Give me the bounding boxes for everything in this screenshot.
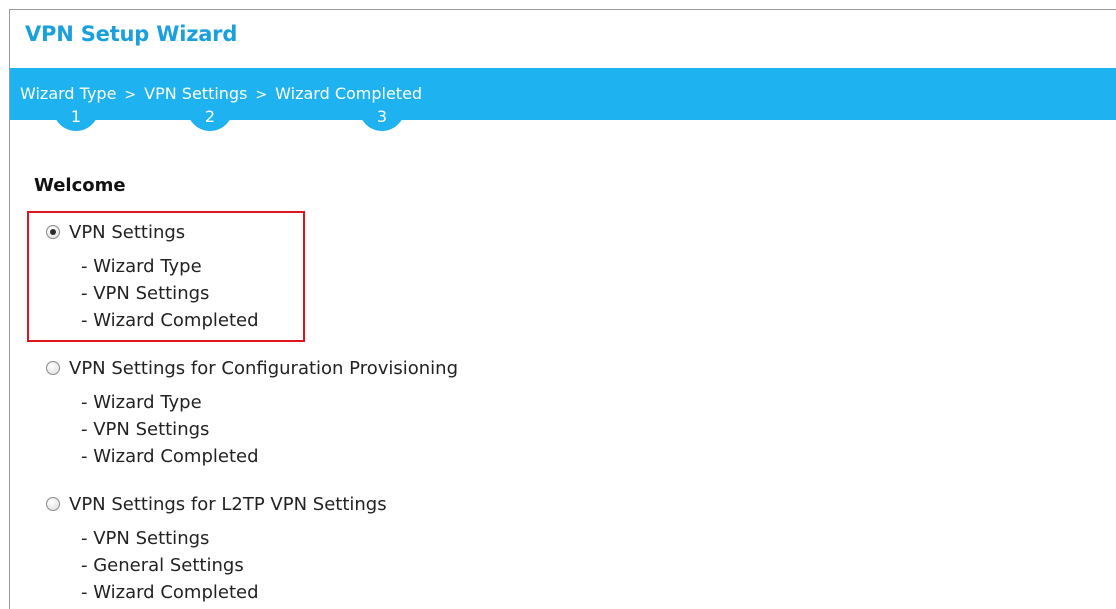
radio-button-icon[interactable]	[46, 497, 60, 511]
wizard-window: VPN Setup Wizard Wizard Type > VPN Setting…	[9, 9, 1116, 609]
option-substep: - VPN Settings	[81, 283, 210, 304]
radio-button-icon[interactable]	[46, 361, 60, 375]
option-label[interactable]: VPN Settings	[69, 222, 185, 243]
option-substep: - Wizard Type	[81, 392, 202, 413]
step-breadcrumb: Wizard Type > VPN Settings > Wizard Complete…	[20, 84, 422, 103]
radio-button-icon[interactable]	[46, 225, 60, 239]
option-substep: - General Settings	[81, 555, 244, 576]
chevron-right-icon: >	[255, 87, 268, 103]
option-substep: - Wizard Completed	[81, 446, 259, 467]
option-label[interactable]: VPN Settings for L2TP VPN Settings	[69, 494, 387, 515]
step-number-3: 3	[359, 105, 405, 131]
option-label[interactable]: VPN Settings for Configuration Provision…	[69, 358, 458, 379]
step-label-wizard-completed: Wizard Completed	[275, 84, 423, 103]
wizard-title: VPN Setup Wizard	[25, 22, 238, 46]
option-substep: - Wizard Type	[81, 256, 202, 277]
step-label-wizard-type: Wizard Type	[20, 84, 117, 103]
option-substep: - VPN Settings	[81, 419, 210, 440]
step-bar: Wizard Type > VPN Settings > Wizard Complete…	[10, 68, 1116, 131]
step-number-1: 1	[53, 105, 99, 131]
step-number-2: 2	[187, 105, 233, 131]
step-label-vpn-settings: VPN Settings	[144, 84, 248, 103]
chevron-right-icon: >	[124, 87, 137, 103]
section-heading: Welcome	[34, 175, 126, 196]
option-substep: - Wizard Completed	[81, 310, 259, 331]
option-substep: - Wizard Completed	[81, 582, 259, 603]
option-substep: - VPN Settings	[81, 528, 210, 549]
